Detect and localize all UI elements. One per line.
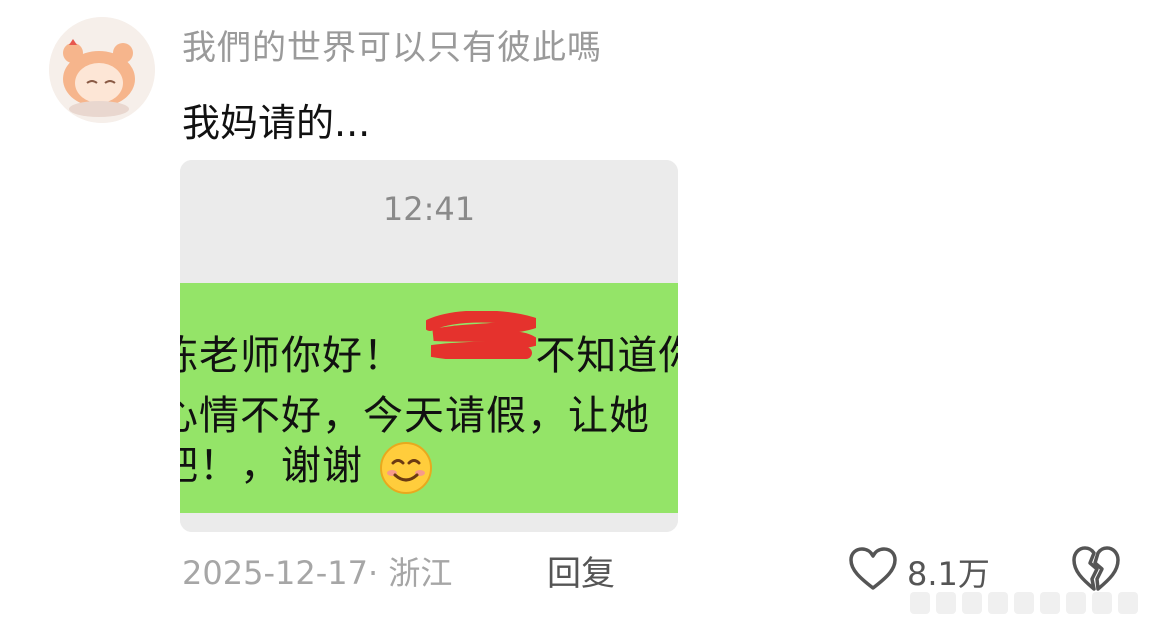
message-segment-1: 陈老师你好！ [180, 333, 404, 379]
chat-timestamp: 12:41 [382, 190, 476, 228]
avatar-illustration-icon [49, 17, 155, 123]
message-segment-3: 吧！，谢谢 [180, 443, 363, 489]
redaction-scribble [426, 311, 536, 359]
comment-image-attachment[interactable]: 12:41 陈老师你好！ 不知道你 心情不好，今天请假，让她 吧！，谢谢 [180, 160, 678, 532]
chat-header-area: 12:41 [180, 160, 678, 283]
smiling-face-emoji-icon [379, 442, 432, 494]
avatar[interactable] [49, 17, 155, 123]
comment-username[interactable]: 我們的世界可以只有彼此嗎 [182, 20, 602, 69]
watermark-pattern [910, 592, 1138, 614]
reply-button[interactable]: 回复 [547, 546, 615, 595]
broken-heart-icon[interactable] [1072, 545, 1120, 593]
heart-outline-icon[interactable] [848, 547, 898, 591]
comment-date-location: 2025-12-17· 浙江 [182, 554, 453, 592]
message-line-3: 吧！，谢谢 [180, 433, 433, 495]
message-segment-2: 不知道你 [535, 333, 678, 379]
chat-message-bubble: 陈老师你好！ 不知道你 心情不好，今天请假，让她 吧！，谢谢 [180, 283, 678, 513]
chat-footer-area [180, 513, 678, 532]
comment-text: 我妈请的... [182, 101, 371, 145]
